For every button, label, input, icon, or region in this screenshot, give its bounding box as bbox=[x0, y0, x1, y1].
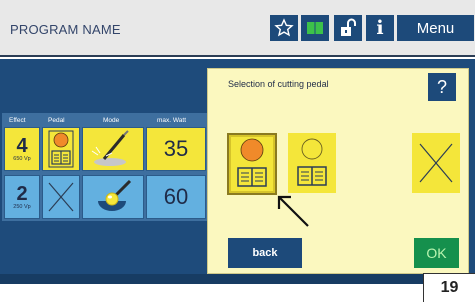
coagulation-instrument-icon bbox=[98, 179, 132, 211]
watt-cell-2[interactable]: 60 bbox=[146, 175, 206, 219]
effect-value: 2 bbox=[16, 183, 28, 205]
header-pedal: Pedal bbox=[48, 117, 65, 124]
watt-value: 35 bbox=[163, 136, 189, 161]
option-no-pedal[interactable] bbox=[412, 133, 460, 193]
favorite-button[interactable] bbox=[269, 14, 299, 42]
unlock-icon bbox=[341, 18, 356, 36]
effect-voltage: 250 Vp bbox=[13, 204, 31, 210]
ok-label: OK bbox=[426, 245, 447, 261]
cutting-instrument-icon bbox=[91, 130, 129, 166]
header-bar: PROGRAM NAME i Menu bbox=[0, 0, 475, 57]
library-button[interactable] bbox=[300, 14, 330, 42]
program-name: PROGRAM NAME bbox=[10, 22, 121, 37]
dialog-title: Selection of cutting pedal bbox=[228, 79, 329, 89]
no-pedal-icon bbox=[48, 182, 74, 212]
header-max-watt: max. Watt bbox=[157, 117, 187, 124]
help-icon: ? bbox=[436, 76, 447, 97]
info-button[interactable]: i bbox=[365, 14, 395, 42]
watt-value: 60 bbox=[163, 184, 189, 209]
pedal-icon bbox=[237, 138, 267, 187]
effect-value: 4 bbox=[16, 135, 28, 157]
no-pedal-icon bbox=[419, 143, 453, 183]
effect-cell-2[interactable]: 2 250 Vp bbox=[4, 175, 40, 219]
mode-cell-1[interactable] bbox=[82, 127, 144, 171]
menu-button[interactable]: Menu bbox=[396, 14, 475, 42]
pedal-cell-2[interactable] bbox=[42, 175, 80, 219]
pedal-cell-1[interactable] bbox=[42, 127, 80, 171]
menu-label: Menu bbox=[416, 19, 455, 37]
back-label: back bbox=[252, 247, 278, 259]
lock-button[interactable] bbox=[333, 14, 363, 42]
watt-cell-1[interactable]: 35 bbox=[146, 127, 206, 171]
device-screen: PROGRAM NAME i Menu Effect Pedal Mode ma… bbox=[0, 0, 475, 302]
effect-cell-1[interactable]: 4 650 Vp bbox=[4, 127, 40, 171]
help-button[interactable]: ? bbox=[428, 73, 456, 101]
pointer-arrow-icon bbox=[277, 195, 309, 227]
mode-cell-2[interactable] bbox=[82, 175, 144, 219]
header-effect: Effect bbox=[9, 117, 26, 124]
header-mode: Mode bbox=[103, 117, 120, 124]
book-icon bbox=[307, 21, 323, 35]
option-pedal-orange[interactable] bbox=[227, 133, 277, 195]
effect-voltage: 650 Vp bbox=[13, 156, 31, 162]
info-icon: i bbox=[376, 17, 384, 39]
pedal-icon bbox=[297, 138, 327, 186]
star-icon bbox=[274, 18, 294, 37]
figure-number: 19 bbox=[423, 273, 475, 302]
back-button[interactable]: back bbox=[228, 238, 302, 268]
pedal-icon bbox=[48, 130, 74, 168]
ok-button[interactable]: OK bbox=[414, 238, 459, 268]
option-pedal-blank[interactable] bbox=[288, 133, 336, 193]
